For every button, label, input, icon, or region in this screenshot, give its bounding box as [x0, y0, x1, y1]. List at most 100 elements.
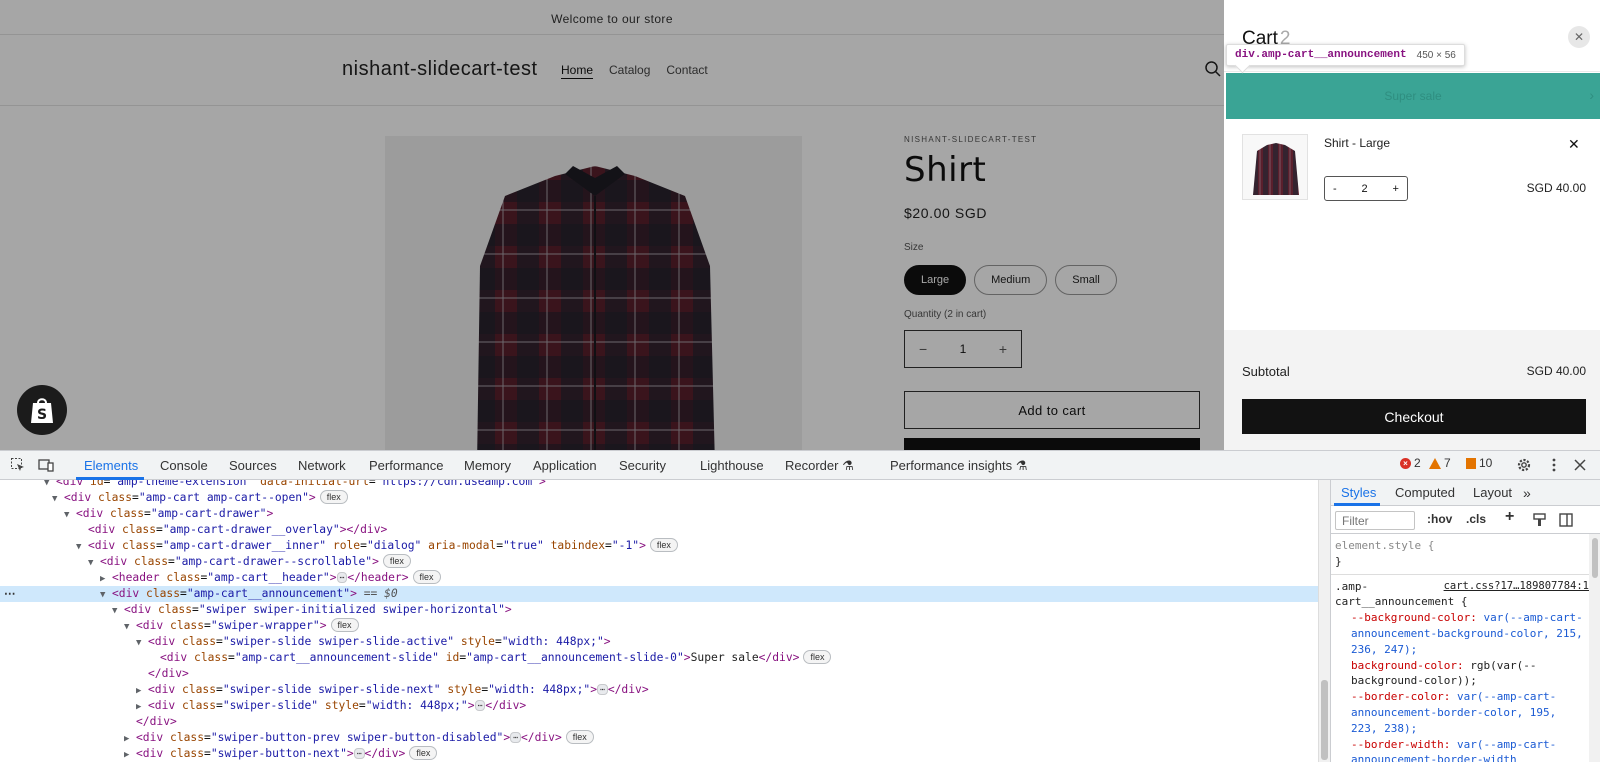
- tab-sources[interactable]: Sources: [229, 458, 277, 473]
- tab-recorder-label: Recorder: [785, 458, 839, 473]
- cart-item-price: SGD 40.00: [1526, 181, 1586, 195]
- dom-node[interactable]: ▶ <div class="swiper-slide" style="width:…: [0, 698, 1318, 714]
- dom-node[interactable]: </div>: [0, 666, 1318, 682]
- more-icon: ⋯: [4, 588, 16, 600]
- scrollbar-thumb[interactable]: [1592, 538, 1598, 578]
- css-rule[interactable]: cart.css?17…189807784:1 .amp- cart__anno…: [1331, 575, 1589, 762]
- tab-performance-insights[interactable]: Performance insights ⚗: [890, 458, 1027, 474]
- cart-item-minus-button[interactable]: -: [1333, 183, 1337, 195]
- subtotal-value: SGD 40.00: [1526, 364, 1586, 378]
- tab-computed[interactable]: Computed: [1395, 485, 1455, 500]
- dom-node[interactable]: ▼ <div class="amp-cart amp-cart--open"> fl…: [0, 490, 1318, 506]
- tab-performance[interactable]: Performance: [369, 458, 443, 473]
- inspect-tooltip-selector: div.amp-cart__announcement: [1235, 49, 1407, 61]
- checkout-button[interactable]: Checkout: [1242, 399, 1586, 434]
- cart-announcement: Super sale ›: [1226, 73, 1600, 119]
- dom-node[interactable]: ▶ <header class="amp-cart__header"> ⋯ </hea…: [0, 570, 1318, 586]
- dom-node[interactable]: ▼ <div class="swiper swiper-initialized s…: [0, 602, 1318, 618]
- cart-announcement-text: Super sale: [1384, 89, 1442, 103]
- dom-node[interactable]: ▶ <div class="swiper-slide swiper-slide-n…: [0, 682, 1318, 698]
- inspect-element-icon[interactable]: [10, 457, 26, 473]
- css-property[interactable]: --border-width: var(--amp-cart-announcem…: [1335, 737, 1585, 762]
- dom-node[interactable]: <div class="amp-cart-drawer__overlay"></…: [0, 522, 1318, 538]
- scrollbar-thumb[interactable]: [1321, 680, 1328, 760]
- tab-memory[interactable]: Memory: [464, 458, 511, 473]
- dom-node[interactable]: ▼ <div class="swiper-slide swiper-slide-a…: [0, 634, 1318, 650]
- hov-toggle[interactable]: :hov: [1427, 512, 1452, 526]
- chevron-right-icon[interactable]: ›: [1589, 87, 1594, 103]
- element-style-rule[interactable]: element.style { }: [1331, 534, 1589, 575]
- dom-node[interactable]: </div>: [0, 714, 1318, 730]
- more-tabs-icon[interactable]: »: [1523, 485, 1531, 501]
- dom-node[interactable]: ▼ <div class="amp-cart-drawer--scrollable…: [0, 554, 1318, 570]
- sidebar-toggle-icon[interactable]: [1559, 513, 1573, 527]
- remove-item-icon[interactable]: ✕: [1568, 136, 1580, 153]
- issues-icon: [1466, 457, 1476, 469]
- dom-node[interactable]: ▼ <div class="amp-cart-drawer">: [0, 506, 1318, 522]
- tab-performance-insights-label: Performance insights: [890, 458, 1013, 473]
- error-count-value: 2: [1414, 456, 1421, 470]
- cart-item-plus-button[interactable]: +: [1393, 183, 1399, 195]
- styles-filter-input[interactable]: [1335, 511, 1415, 530]
- flask-icon: ⚗: [1015, 458, 1028, 473]
- dom-node[interactable]: ▶ <div class="swiper-button-next"> ⋯ </div>…: [0, 746, 1318, 762]
- subtotal-label: Subtotal: [1242, 364, 1290, 379]
- dom-node[interactable]: ▼ <div class="amp-cart-drawer__inner" rol…: [0, 538, 1318, 554]
- tab-recorder[interactable]: Recorder ⚗: [785, 458, 854, 474]
- tab-security[interactable]: Security: [619, 458, 666, 473]
- cart-item-thumbnail[interactable]: [1242, 134, 1308, 200]
- tab-elements[interactable]: Elements: [84, 458, 138, 473]
- styles-rules: element.style { } cart.css?17…189807784:…: [1331, 534, 1589, 762]
- tab-lighthouse[interactable]: Lighthouse: [700, 458, 764, 473]
- cart-item-quantity[interactable]: 2: [1362, 183, 1368, 195]
- styles-pane-tabs: Styles Computed Layout »: [1331, 480, 1600, 506]
- inspect-tooltip-dimensions: 450 × 56: [1416, 49, 1456, 61]
- tab-styles[interactable]: Styles: [1341, 485, 1376, 500]
- dom-node[interactable]: <div class="amp-cart__announcement-slide…: [0, 650, 1318, 666]
- element-style-selector: element.style {: [1335, 539, 1435, 552]
- dom-tree-scrollbar[interactable]: [1318, 480, 1330, 762]
- more-options-icon[interactable]: [1546, 457, 1562, 473]
- new-rule-icon[interactable]: +: [1505, 508, 1514, 526]
- dom-node[interactable]: ▶ <div class="swiper-button-prev swiper-b…: [0, 730, 1318, 746]
- device-toolbar-icon[interactable]: [38, 457, 54, 473]
- gear-icon[interactable]: [1516, 457, 1532, 473]
- tab-application[interactable]: Application: [533, 458, 597, 473]
- cls-toggle[interactable]: .cls: [1466, 512, 1486, 526]
- warning-icon: [1429, 457, 1441, 469]
- cart-line-item: Shirt - Large ✕ - 2 + SGD 40.00: [1224, 120, 1600, 220]
- rule-close: }: [1335, 554, 1342, 568]
- flask-icon: ⚗: [842, 458, 854, 473]
- inspect-tooltip: div.amp-cart__announcement 450 × 56: [1226, 44, 1465, 66]
- rule-selector-cont: cart__announcement {: [1335, 595, 1468, 609]
- dom-tree: ▼ <div id="amp-theme-extension" data-init…: [0, 480, 1318, 762]
- store-page: Welcome to our store nishant-slidecart-t…: [0, 0, 1224, 450]
- error-icon: ×: [1400, 457, 1411, 469]
- issues-count-value: 10: [1479, 456, 1493, 470]
- issues-count[interactable]: 10: [1466, 456, 1492, 470]
- styles-scrollbar[interactable]: [1589, 534, 1600, 762]
- tab-layout[interactable]: Layout: [1473, 485, 1512, 500]
- cart-item-name[interactable]: Shirt - Large: [1324, 136, 1390, 150]
- css-property[interactable]: --background-color: var(--amp-cart-annou…: [1335, 610, 1585, 657]
- css-property[interactable]: --border-color: var(--amp-cart-announcem…: [1335, 689, 1585, 736]
- close-devtools-icon[interactable]: [1572, 457, 1588, 473]
- paint-brush-icon[interactable]: [1533, 513, 1547, 527]
- styles-toolbar: :hov .cls +: [1331, 506, 1600, 534]
- cart-item-quantity-stepper: - 2 +: [1324, 176, 1408, 201]
- svg-text:S: S: [37, 407, 47, 423]
- error-count[interactable]: × 2: [1400, 456, 1421, 470]
- css-property[interactable]: background-color: rgb(var(--background-c…: [1335, 658, 1585, 690]
- shopify-bag-icon[interactable]: S: [17, 385, 67, 435]
- dom-node[interactable]: ▼ <div id="amp-theme-extension" data-init…: [0, 480, 1318, 490]
- warning-count[interactable]: 7: [1429, 456, 1451, 470]
- close-icon[interactable]: ✕: [1568, 26, 1590, 48]
- cart-footer: Subtotal SGD 40.00 Checkout: [1224, 330, 1600, 450]
- stylesheet-link[interactable]: cart.css?17…189807784:1: [1444, 579, 1589, 595]
- warning-count-value: 7: [1444, 456, 1451, 470]
- cart-drawer-overlay[interactable]: [0, 0, 1224, 450]
- dom-node-selected[interactable]: ⋯ ▼ <div class="amp-cart__announcement"> =…: [0, 586, 1318, 602]
- tab-console[interactable]: Console: [160, 458, 208, 473]
- tab-network[interactable]: Network: [298, 458, 346, 473]
- dom-node[interactable]: ▼ <div class="swiper-wrapper"> flex: [0, 618, 1318, 634]
